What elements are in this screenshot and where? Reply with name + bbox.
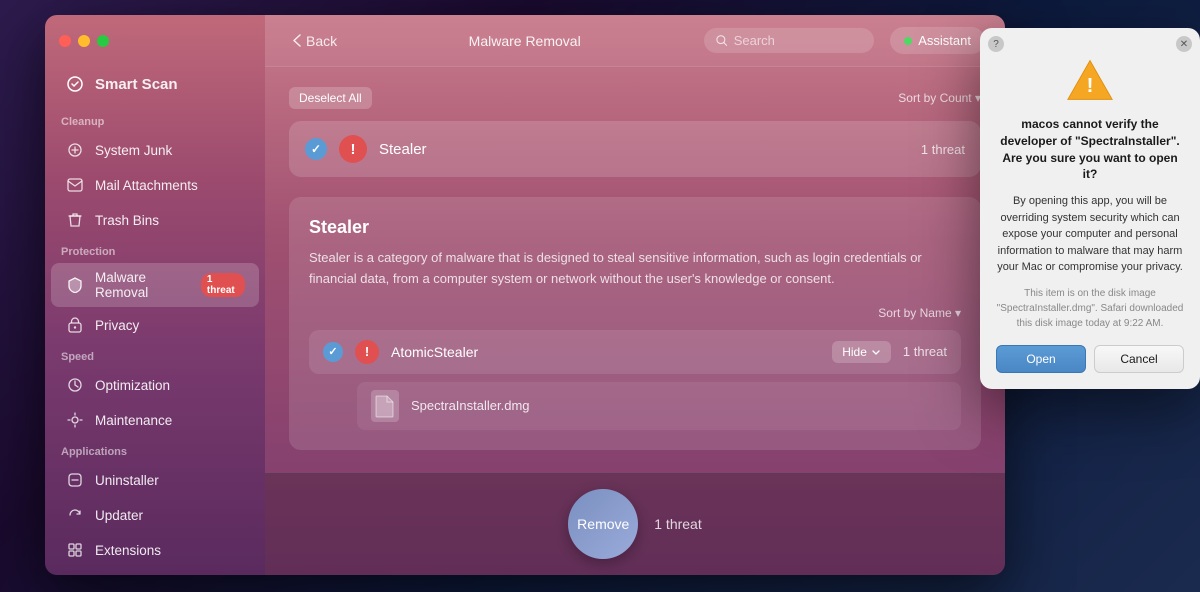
cleanup-section: Cleanup: [45, 108, 265, 132]
remove-bar: Remove 1 threat: [265, 472, 1005, 575]
atomic-stealer-name: AtomicStealer: [391, 344, 820, 360]
remove-button[interactable]: Remove: [568, 489, 638, 559]
maintenance-icon: [65, 410, 85, 430]
sort-count-label[interactable]: Sort by Count ▾: [898, 91, 981, 105]
atomic-threat-count: 1 threat: [903, 344, 947, 359]
window-controls: [45, 35, 265, 63]
close-button[interactable]: [59, 35, 71, 47]
optimization-icon: [65, 375, 85, 395]
stealer-name: Stealer: [379, 141, 909, 158]
dialog-close-button[interactable]: ✕: [1176, 36, 1192, 52]
protection-section: Protection: [45, 238, 265, 262]
assistant-label: Assistant: [918, 33, 971, 48]
dialog-help-icon: ?: [988, 36, 1004, 52]
privacy-label: Privacy: [95, 318, 139, 333]
malware-removal-label: Malware Removal: [95, 270, 191, 300]
trash-bins-label: Trash Bins: [95, 213, 159, 228]
main-content: Back Malware Removal Assistant Deselect …: [265, 15, 1005, 575]
mail-attachments-icon: [65, 175, 85, 195]
header-title: Malware Removal: [361, 33, 688, 49]
detail-description: Stealer is a category of malware that is…: [309, 248, 961, 290]
sidebar-item-system-junk[interactable]: System Junk: [51, 133, 259, 167]
updater-icon: [65, 505, 85, 525]
maintenance-label: Maintenance: [95, 413, 172, 428]
assistant-button[interactable]: Assistant: [890, 27, 985, 54]
back-label: Back: [306, 33, 337, 49]
uninstaller-icon: [65, 470, 85, 490]
stealer-warning-icon: !: [339, 135, 367, 163]
sidebar-item-uninstaller[interactable]: Uninstaller: [51, 463, 259, 497]
content-area: Deselect All Sort by Count ▾ ✓ ! Stealer…: [265, 67, 1005, 472]
sidebar-item-malware-removal[interactable]: Malware Removal 1 threat: [51, 263, 259, 307]
svg-text:!: !: [1087, 75, 1094, 97]
optimization-label: Optimization: [95, 378, 170, 393]
dialog-buttons: Open Cancel: [996, 345, 1184, 373]
stealer-check: ✓: [305, 138, 327, 160]
sidebar-item-maintenance[interactable]: Maintenance: [51, 403, 259, 437]
smart-scan-label: Smart Scan: [95, 76, 178, 93]
sidebar-item-privacy[interactable]: Privacy: [51, 308, 259, 342]
dialog-warning-icon: !: [1066, 56, 1114, 104]
file-name: SpectraInstaller.dmg: [411, 398, 530, 413]
smart-scan-icon: [65, 74, 85, 94]
file-row: SpectraInstaller.dmg: [357, 382, 961, 430]
sidebar-item-smart-scan[interactable]: Smart Scan: [51, 64, 259, 104]
chevron-down-icon: [871, 347, 881, 357]
sort-bar: Sort by Name ▾: [309, 306, 961, 320]
atomic-stealer-warning-icon: !: [355, 340, 379, 364]
search-icon: [716, 34, 727, 47]
stealer-card: ✓ ! Stealer 1 threat: [289, 121, 981, 177]
deselect-all-button[interactable]: Deselect All: [289, 87, 372, 109]
assistant-status-dot: [904, 37, 912, 45]
security-dialog: ✕ ? ! macos cannot verify the developer …: [980, 28, 1200, 389]
malware-threat-badge: 1 threat: [201, 273, 245, 297]
updater-label: Updater: [95, 508, 143, 523]
dialog-cancel-button[interactable]: Cancel: [1094, 345, 1184, 373]
uninstaller-label: Uninstaller: [95, 473, 159, 488]
atomic-stealer-row: ✓ ! AtomicStealer Hide 1 threat: [309, 330, 961, 374]
dmg-file-icon: [371, 390, 399, 422]
dialog-note-text: This item is on the disk image "SpectraI…: [996, 286, 1184, 331]
maximize-button[interactable]: [97, 35, 109, 47]
sidebar-item-mail-attachments[interactable]: Mail Attachments: [51, 168, 259, 202]
system-junk-icon: [65, 140, 85, 160]
sidebar-item-extensions[interactable]: Extensions: [51, 533, 259, 567]
remove-button-label: Remove: [577, 516, 629, 532]
extensions-icon: [65, 540, 85, 560]
section-header: Deselect All Sort by Count ▾: [289, 87, 981, 109]
dialog-title: macos cannot verify the developer of "Sp…: [996, 116, 1184, 183]
hide-button[interactable]: Hide: [832, 341, 891, 363]
detail-section: Stealer Stealer is a category of malware…: [289, 197, 981, 450]
search-input[interactable]: [734, 33, 863, 48]
back-button[interactable]: Back: [285, 29, 345, 53]
dialog-open-button[interactable]: Open: [996, 345, 1086, 373]
sort-name-label[interactable]: Sort by Name ▾: [878, 306, 961, 320]
sidebar: Smart Scan Cleanup System Junk Mail Atta…: [45, 15, 265, 575]
privacy-icon: [65, 315, 85, 335]
remove-threat-count: 1 threat: [654, 516, 701, 532]
sidebar-item-trash-bins[interactable]: Trash Bins: [51, 203, 259, 237]
stealer-threat-count: 1 threat: [921, 142, 965, 157]
speed-section: Speed: [45, 343, 265, 367]
search-bar[interactable]: [704, 28, 874, 53]
minimize-button[interactable]: [78, 35, 90, 47]
mail-attachments-label: Mail Attachments: [95, 178, 198, 193]
system-junk-label: System Junk: [95, 143, 172, 158]
extensions-label: Extensions: [95, 543, 161, 558]
dialog-body: ! macos cannot verify the developer of "…: [980, 28, 1200, 389]
applications-section: Applications: [45, 438, 265, 462]
sidebar-item-updater[interactable]: Updater: [51, 498, 259, 532]
main-header: Back Malware Removal Assistant: [265, 15, 1005, 67]
malware-removal-icon: [65, 275, 85, 295]
atomic-stealer-check: ✓: [323, 342, 343, 362]
detail-title: Stealer: [309, 217, 961, 238]
trash-bins-icon: [65, 210, 85, 230]
sidebar-item-optimization[interactable]: Optimization: [51, 368, 259, 402]
app-window: Smart Scan Cleanup System Junk Mail Atta…: [45, 15, 1005, 575]
dialog-body-text: By opening this app, you will be overrid…: [996, 193, 1184, 276]
files-section: Files: [45, 568, 265, 575]
